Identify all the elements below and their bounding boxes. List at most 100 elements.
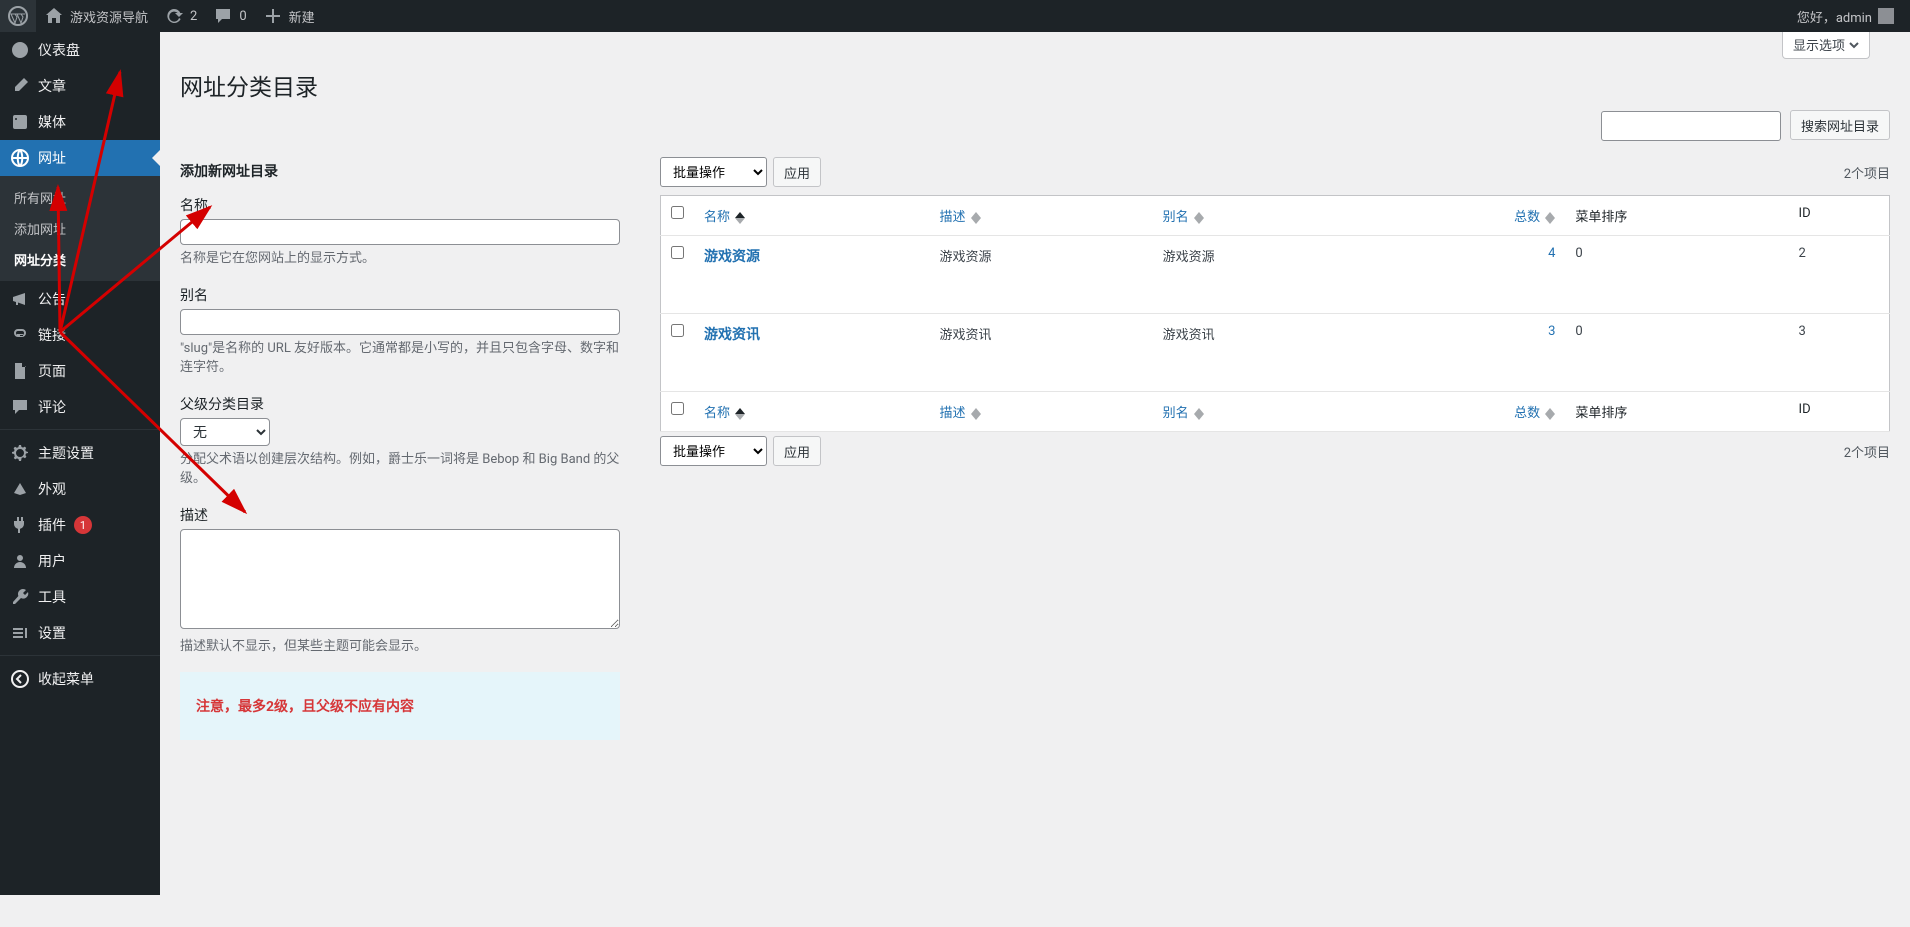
- posts-icon: [10, 76, 30, 96]
- search-input[interactable]: [1601, 111, 1781, 141]
- term-id: 2: [1789, 236, 1890, 314]
- form-heading: 添加新网址目录: [180, 161, 620, 181]
- chevron-down-icon: [1849, 40, 1859, 50]
- desc-textarea[interactable]: [180, 529, 620, 629]
- name-label: 名称: [180, 195, 620, 215]
- term-name-link[interactable]: 游戏资讯: [704, 327, 760, 343]
- update-icon: [164, 6, 184, 26]
- col-slug-foot[interactable]: 别名: [1153, 392, 1376, 432]
- apply-button-top[interactable]: 应用: [773, 157, 821, 187]
- sidebar-item-megaphone[interactable]: 公告: [0, 281, 160, 317]
- notice-text: 注意，最多2级，且父级不应有内容: [196, 696, 604, 716]
- new-content-link[interactable]: 新建: [255, 0, 323, 32]
- col-order: 菜单排序: [1565, 196, 1788, 236]
- col-count[interactable]: 总数: [1376, 196, 1566, 236]
- sidebar-item-label: 评论: [38, 397, 66, 417]
- sidebar-item-settings2[interactable]: 设置: [0, 615, 160, 651]
- select-all-bottom[interactable]: [671, 402, 684, 415]
- col-name-foot[interactable]: 名称: [694, 392, 929, 432]
- dashboard-icon: [10, 40, 30, 60]
- content-area: 显示选项 网址分类目录 搜索网址目录 添加新网址目录 名称 名称是它在您网站上的…: [160, 32, 1910, 780]
- select-all-top[interactable]: [671, 206, 684, 219]
- apply-button-bottom[interactable]: 应用: [773, 436, 821, 466]
- sidebar-item-label: 公告: [38, 289, 66, 309]
- wp-logo[interactable]: [0, 0, 36, 32]
- updates-link[interactable]: 2: [156, 0, 205, 32]
- my-account-link[interactable]: 您好，admin: [1789, 0, 1902, 32]
- col-desc[interactable]: 描述: [929, 196, 1152, 236]
- items-count-top: 2个项目: [1844, 163, 1890, 182]
- sidebar-item-collapse[interactable]: 收起菜单: [0, 661, 160, 697]
- col-order-foot: 菜单排序: [1565, 392, 1788, 432]
- sidebar-item-links[interactable]: 链接: [0, 317, 160, 353]
- term-desc: 游戏资源: [929, 236, 1152, 314]
- parent-select[interactable]: 无: [180, 418, 270, 446]
- row-checkbox[interactable]: [671, 324, 684, 337]
- name-input[interactable]: [180, 219, 620, 245]
- site-icon: [10, 148, 30, 168]
- sidebar-item-label: 用户: [38, 551, 66, 571]
- appearance-icon: [10, 479, 30, 499]
- sidebar-item-label: 设置: [38, 623, 66, 643]
- submenu: 所有网址添加网址网址分类: [0, 176, 160, 281]
- admin-sidebar: 仪表盘文章媒体网址所有网址添加网址网址分类公告链接页面评论主题设置外观插件 1 用户…: [0, 32, 160, 895]
- home-icon: [44, 6, 64, 26]
- sidebar-item-label: 插件: [38, 515, 66, 535]
- sidebar-item-tools[interactable]: 工具: [0, 579, 160, 615]
- row-checkbox[interactable]: [671, 246, 684, 259]
- sidebar-item-label: 工具: [38, 587, 66, 607]
- col-count-foot[interactable]: 总数: [1376, 392, 1566, 432]
- sidebar-item-media[interactable]: 媒体: [0, 104, 160, 140]
- slug-desc: "slug"是名称的 URL 友好版本。它通常都是小写的，并且只包含字母、数字和…: [180, 339, 620, 378]
- settings-icon: [10, 443, 30, 463]
- items-count-bottom: 2个项目: [1844, 442, 1890, 461]
- plus-icon: [263, 6, 283, 26]
- sidebar-item-settings[interactable]: 主题设置: [0, 435, 160, 471]
- submenu-item[interactable]: 添加网址: [0, 213, 160, 244]
- term-count-link[interactable]: 3: [1548, 324, 1555, 339]
- term-count-link[interactable]: 4: [1548, 246, 1555, 261]
- comments-link[interactable]: 0: [205, 0, 254, 32]
- bulk-action-select-top[interactable]: 批量操作: [660, 157, 767, 187]
- sidebar-item-label: 仪表盘: [38, 40, 80, 60]
- sidebar-item-comments[interactable]: 评论: [0, 389, 160, 425]
- admin-bar: 游戏资源导航 2 0 新建 您好，admin: [0, 0, 1910, 32]
- comment-icon: [213, 6, 233, 26]
- sidebar-item-pages[interactable]: 页面: [0, 353, 160, 389]
- sidebar-item-posts[interactable]: 文章: [0, 68, 160, 104]
- desc-label: 描述: [180, 505, 620, 525]
- col-id: ID: [1789, 196, 1890, 236]
- update-badge: 1: [74, 516, 92, 534]
- sidebar-item-label: 网址: [38, 148, 66, 168]
- site-name: 游戏资源导航: [70, 7, 148, 26]
- term-id: 3: [1789, 314, 1890, 392]
- term-order: 0: [1565, 236, 1788, 314]
- bulk-action-select-bottom[interactable]: 批量操作: [660, 436, 767, 466]
- notice-box: 注意，最多2级，且父级不应有内容: [180, 672, 620, 740]
- col-desc-foot[interactable]: 描述: [929, 392, 1152, 432]
- users-icon: [10, 551, 30, 571]
- sidebar-item-site[interactable]: 网址: [0, 140, 160, 176]
- sidebar-item-plugins[interactable]: 插件 1: [0, 507, 160, 543]
- col-name[interactable]: 名称: [694, 196, 929, 236]
- updates-count: 2: [190, 9, 197, 24]
- comments-icon: [10, 397, 30, 417]
- comments-count: 0: [239, 9, 246, 24]
- screen-options-toggle[interactable]: 显示选项: [1782, 32, 1870, 59]
- sidebar-item-label: 媒体: [38, 112, 66, 132]
- sidebar-item-dashboard[interactable]: 仪表盘: [0, 32, 160, 68]
- site-name-link[interactable]: 游戏资源导航: [36, 0, 156, 32]
- sidebar-item-appearance[interactable]: 外观: [0, 471, 160, 507]
- settings2-icon: [10, 623, 30, 643]
- submenu-item[interactable]: 网址分类: [0, 244, 160, 275]
- plugins-icon: [10, 515, 30, 535]
- slug-input[interactable]: [180, 309, 620, 335]
- col-slug[interactable]: 别名: [1153, 196, 1376, 236]
- sidebar-item-users[interactable]: 用户: [0, 543, 160, 579]
- col-id-foot: ID: [1789, 392, 1890, 432]
- term-slug: 游戏资源: [1153, 236, 1376, 314]
- submenu-item[interactable]: 所有网址: [0, 182, 160, 213]
- search-button[interactable]: 搜索网址目录: [1790, 110, 1890, 140]
- term-name-link[interactable]: 游戏资源: [704, 249, 760, 265]
- screen-options-label: 显示选项: [1793, 35, 1845, 54]
